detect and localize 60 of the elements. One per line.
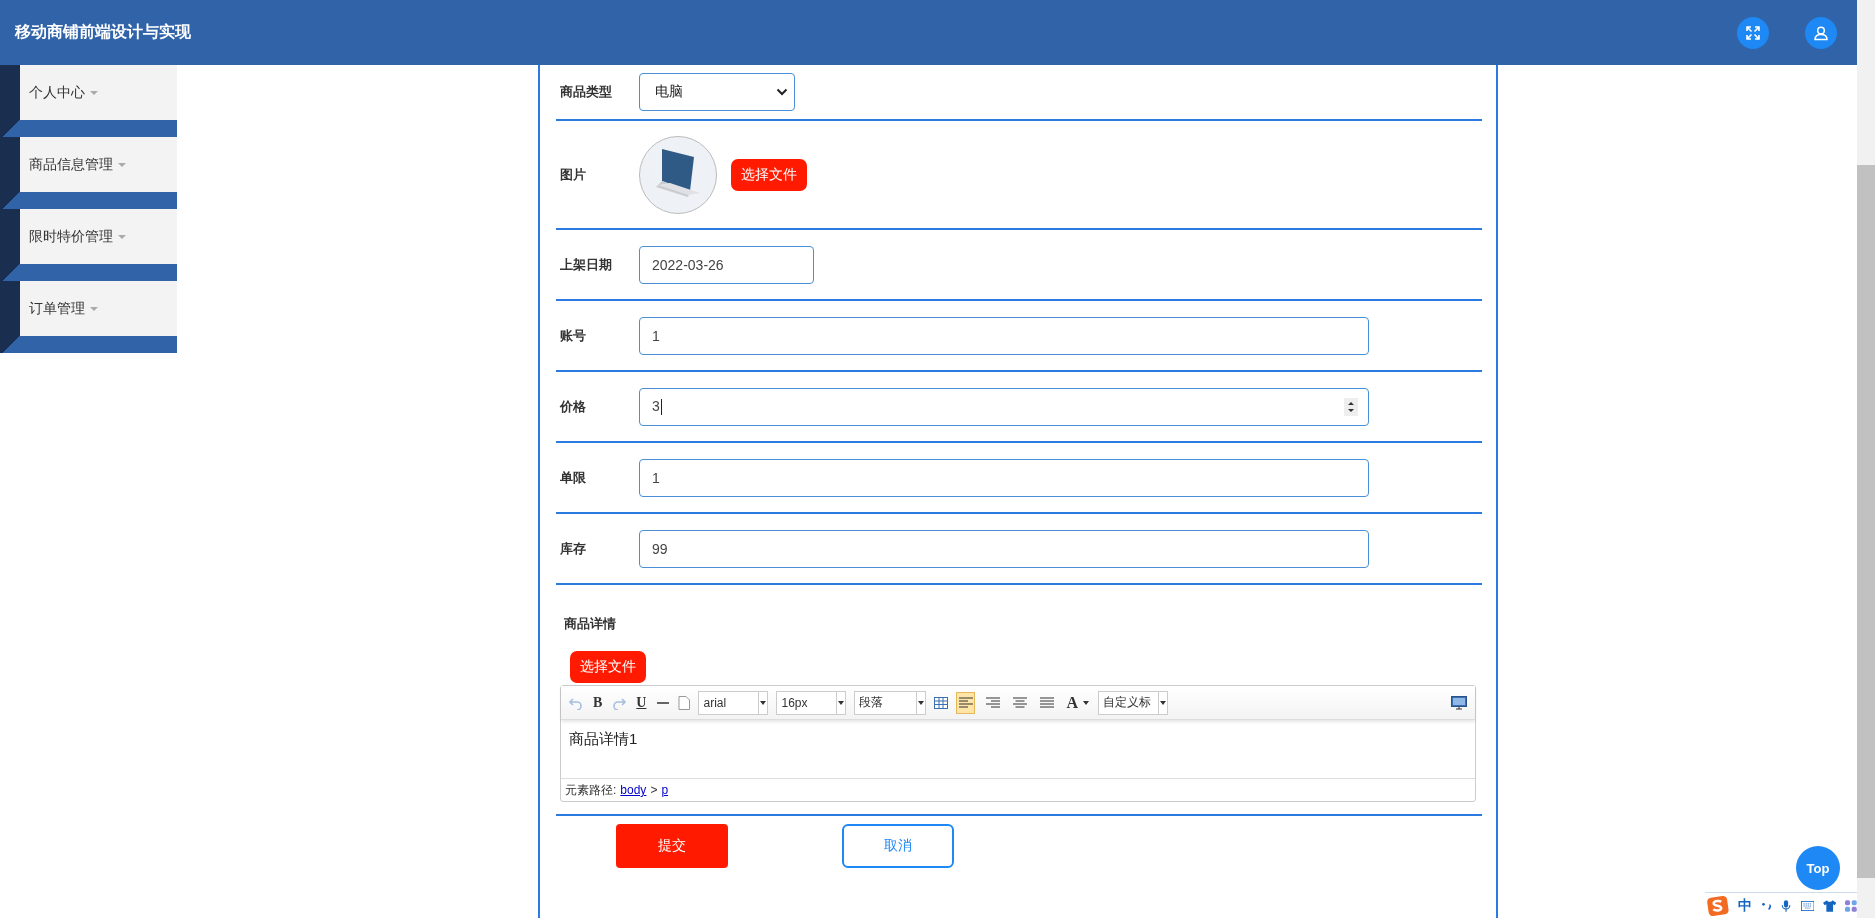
- user-button[interactable]: [1805, 16, 1837, 49]
- expand-icon: [1745, 24, 1761, 41]
- app-title: 移动商铺前端设计与实现: [15, 22, 191, 42]
- choose-file-button[interactable]: 选择文件: [731, 158, 807, 191]
- field-label: 库存: [559, 539, 587, 558]
- element-path-label: 元素路径:: [565, 781, 617, 799]
- heading-dropdown[interactable]: 自定义标: [1098, 690, 1169, 715]
- sidebar-strip: [0, 281, 20, 336]
- input-field[interactable]: 1: [639, 316, 1369, 355]
- caret-icon: [118, 234, 126, 239]
- sidebar-item[interactable]: 订单管理: [20, 281, 177, 336]
- sidebar-item[interactable]: 商品信息管理: [20, 137, 177, 192]
- align-button[interactable]: [956, 691, 976, 714]
- font-color-button[interactable]: A: [1064, 693, 1081, 712]
- back-to-top-button[interactable]: Top: [1796, 846, 1840, 890]
- user-icon: [1813, 24, 1829, 41]
- field-label: 图片: [559, 165, 587, 184]
- field-label: 账号: [559, 326, 587, 345]
- bold-button[interactable]: B: [591, 694, 605, 711]
- font-size-dropdown[interactable]: 16px: [776, 690, 847, 715]
- editor-content[interactable]: 商品详情1: [561, 720, 1475, 779]
- input-field[interactable]: 99: [639, 529, 1369, 568]
- scrollbar-thumb[interactable]: [1857, 165, 1875, 878]
- document-icon[interactable]: [678, 695, 691, 710]
- sidebar-item[interactable]: 限时特价管理: [20, 209, 177, 264]
- choose-file-button[interactable]: 选择文件: [570, 651, 646, 683]
- sidebar-strip: [0, 209, 20, 264]
- font-family-dropdown[interactable]: arial: [698, 690, 769, 715]
- caret-icon: [118, 162, 126, 167]
- field-label: 上架日期: [559, 255, 613, 274]
- chevron-down-icon: [776, 88, 788, 96]
- microphone-icon[interactable]: [1781, 897, 1792, 914]
- sidebar-strip: [0, 65, 20, 120]
- field-label: 单限: [559, 468, 587, 487]
- spinner-icon: [1344, 397, 1358, 416]
- caret-icon: [90, 306, 98, 311]
- table-icon[interactable]: [934, 695, 949, 710]
- monitor-icon[interactable]: [1451, 695, 1467, 710]
- cancel-button[interactable]: 取消: [842, 824, 954, 868]
- category-select[interactable]: 电脑: [639, 73, 795, 111]
- element-path-link[interactable]: body: [620, 783, 647, 797]
- sidebar-strip: [0, 137, 20, 192]
- shirt-icon[interactable]: [1822, 898, 1837, 913]
- element-path-link[interactable]: p: [661, 783, 669, 797]
- input-field[interactable]: 1: [639, 458, 1369, 497]
- date-field[interactable]: 2022-03-26: [639, 245, 814, 284]
- paragraph-dropdown[interactable]: 段落: [854, 690, 927, 715]
- keyboard-icon[interactable]: [1800, 899, 1814, 912]
- submit-button[interactable]: 提交: [616, 824, 728, 868]
- grid-icon[interactable]: [1845, 898, 1857, 913]
- field-label: 价格: [558, 397, 587, 416]
- path-separator: >: [650, 783, 658, 797]
- fullscreen-button[interactable]: [1737, 16, 1769, 49]
- field-label: 商品详情: [563, 615, 617, 633]
- number-field[interactable]: 3: [639, 387, 1369, 426]
- caret-icon: [90, 90, 98, 95]
- input-mode-indicator[interactable]: 中: [1737, 896, 1752, 915]
- sidebar-item[interactable]: 个人中心: [20, 65, 177, 120]
- field-label: 商品类型: [559, 83, 613, 101]
- underline-button[interactable]: U: [634, 694, 649, 711]
